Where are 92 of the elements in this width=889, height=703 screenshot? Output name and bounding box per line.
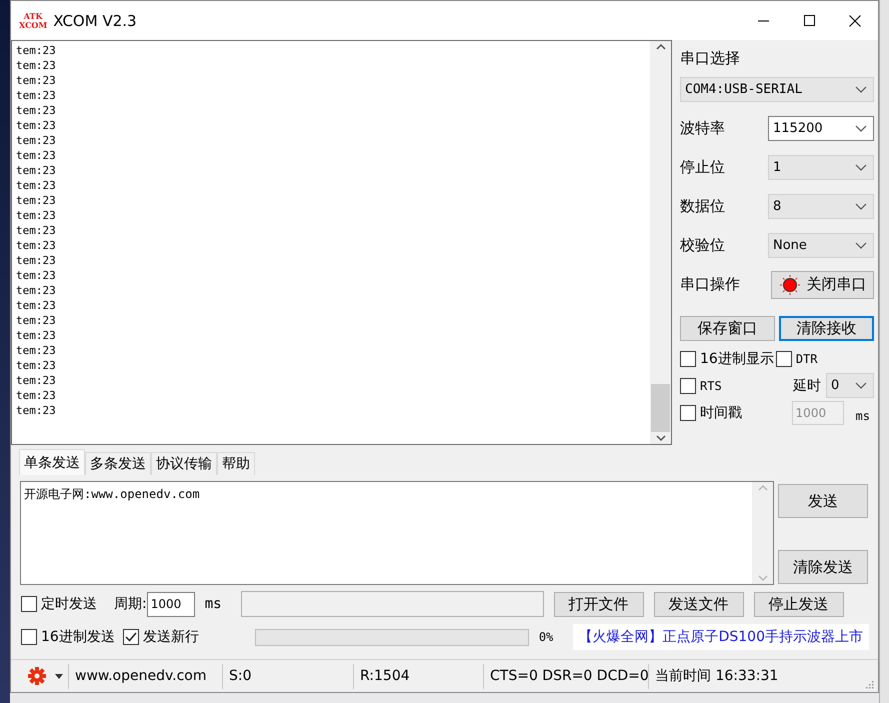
panel-button[interactable]: 保存窗口 <box>680 316 775 341</box>
chevron-icon <box>855 125 867 132</box>
received-line: tem:23 <box>16 103 57 118</box>
received-line: tem:23 <box>16 73 57 88</box>
scrollbar-thumb[interactable] <box>651 384 670 432</box>
received-line: tem:23 <box>16 328 57 343</box>
progress-reading: 0% <box>538 630 554 644</box>
received-line: tem:23 <box>16 163 57 178</box>
ad-link[interactable]: 【火爆全网】正点原子DS100手持示波器上市 <box>572 624 869 650</box>
unit-label: ms <box>204 596 222 612</box>
received-line: tem:23 <box>16 133 57 148</box>
scroll-down-icon[interactable] <box>656 434 666 442</box>
chevron-icon <box>855 382 867 389</box>
panel-button[interactable]: 清除接收 <box>779 316 874 341</box>
checkbox-label: 定时发送 <box>41 595 97 613</box>
received-line: tem:23 <box>16 193 57 208</box>
checkbox-label: DTR <box>796 352 818 366</box>
received-line: tem:23 <box>16 298 57 313</box>
line-status: CTS=0 DSR=0 DCD=0 <box>483 664 648 688</box>
checkbox[interactable] <box>680 350 696 366</box>
chevron-icon <box>855 164 867 171</box>
received-line: tem:23 <box>16 373 57 388</box>
panel-title: 串口选择 <box>680 49 741 68</box>
setting-label: 波特率 <box>680 119 725 138</box>
received-line: tem:23 <box>16 43 57 58</box>
received-line: tem:23 <box>16 223 57 238</box>
checkbox-label: 时间戳 <box>700 404 742 422</box>
tab[interactable]: 协议传输 <box>151 452 217 475</box>
received-line: tem:23 <box>16 88 57 103</box>
received-line: tem:23 <box>16 58 57 73</box>
received-line: tem:23 <box>16 118 57 133</box>
maximize-icon <box>804 15 814 26</box>
tab[interactable]: 单条发送 <box>19 449 85 475</box>
received-line: tem:23 <box>16 268 57 283</box>
delay-dropdown[interactable]: 0 <box>826 373 874 398</box>
send-button[interactable]: 清除发送 <box>778 550 868 584</box>
checkbox[interactable] <box>680 378 696 394</box>
checkbox-label: 16进制显示 <box>700 350 774 368</box>
received-line: tem:23 <box>16 283 57 298</box>
period-label: 周期: <box>114 595 147 613</box>
website-url: www.openedv.com <box>68 664 222 688</box>
chevron-icon <box>855 86 867 93</box>
tab[interactable]: 多条发送 <box>85 452 151 475</box>
setting-label: 校验位 <box>680 236 725 255</box>
received-line: tem:23 <box>16 253 57 268</box>
chevron-icon <box>855 242 867 249</box>
file-button[interactable]: 打开文件 <box>554 592 644 616</box>
sent-count: S:0 <box>222 664 353 688</box>
minimize-icon <box>758 20 768 22</box>
setting-dropdown[interactable]: 115200 <box>768 116 874 141</box>
delay-label: 延时 <box>793 376 821 394</box>
app-logo: ATK XCOM <box>19 12 48 30</box>
checkbox[interactable] <box>776 350 792 366</box>
received-line: tem:23 <box>16 208 57 223</box>
close-icon <box>849 14 861 26</box>
checkbox[interactable] <box>122 629 139 645</box>
file-path-field[interactable] <box>240 591 544 617</box>
current-time: 当前时间 16:33:31 <box>648 664 818 688</box>
file-button[interactable]: 发送文件 <box>654 592 744 616</box>
received-line: tem:23 <box>16 388 57 403</box>
received-count: R:1504 <box>353 664 483 688</box>
scroll-up-icon[interactable] <box>656 43 666 51</box>
gear-icon[interactable] <box>27 666 47 686</box>
period-field[interactable]: 1000 <box>146 592 195 616</box>
setting-label: 数据位 <box>680 197 725 216</box>
checkbox[interactable] <box>680 404 696 420</box>
close-port-button[interactable]: 关闭串口 <box>771 270 874 298</box>
checkbox-label: 发送新行 <box>142 628 199 646</box>
unit-label: ms <box>856 408 870 422</box>
send-text-area[interactable]: 开源电子网:www.openedv.com <box>20 481 774 585</box>
received-line: tem:23 <box>16 358 57 373</box>
caret-icon[interactable] <box>55 674 63 678</box>
received-line: tem:23 <box>16 238 57 253</box>
checkbox[interactable] <box>21 629 37 645</box>
chevron-icon <box>855 203 867 210</box>
received-line: tem:23 <box>16 148 57 163</box>
checkbox[interactable] <box>21 596 37 612</box>
setting-label: 串口操作 <box>680 275 740 294</box>
received-line: tem:23 <box>16 178 57 193</box>
send-button[interactable]: 发送 <box>778 484 868 518</box>
received-line: tem:23 <box>16 343 57 358</box>
tab[interactable]: 帮助 <box>217 452 255 475</box>
checkbox-label: RTS <box>700 378 722 392</box>
setting-label: 停止位 <box>680 158 725 177</box>
received-line: tem:23 <box>16 403 57 418</box>
window-title: XCOM V2.3 <box>53 12 138 30</box>
resize-grip-icon[interactable] <box>864 679 874 689</box>
received-line: tem:23 <box>16 313 57 328</box>
send-text: 开源电子网:www.openedv.com <box>23 486 201 503</box>
scrollbar[interactable] <box>650 41 671 444</box>
checkbox-label: 16进制发送 <box>41 628 115 646</box>
file-button[interactable]: 停止发送 <box>754 592 844 616</box>
